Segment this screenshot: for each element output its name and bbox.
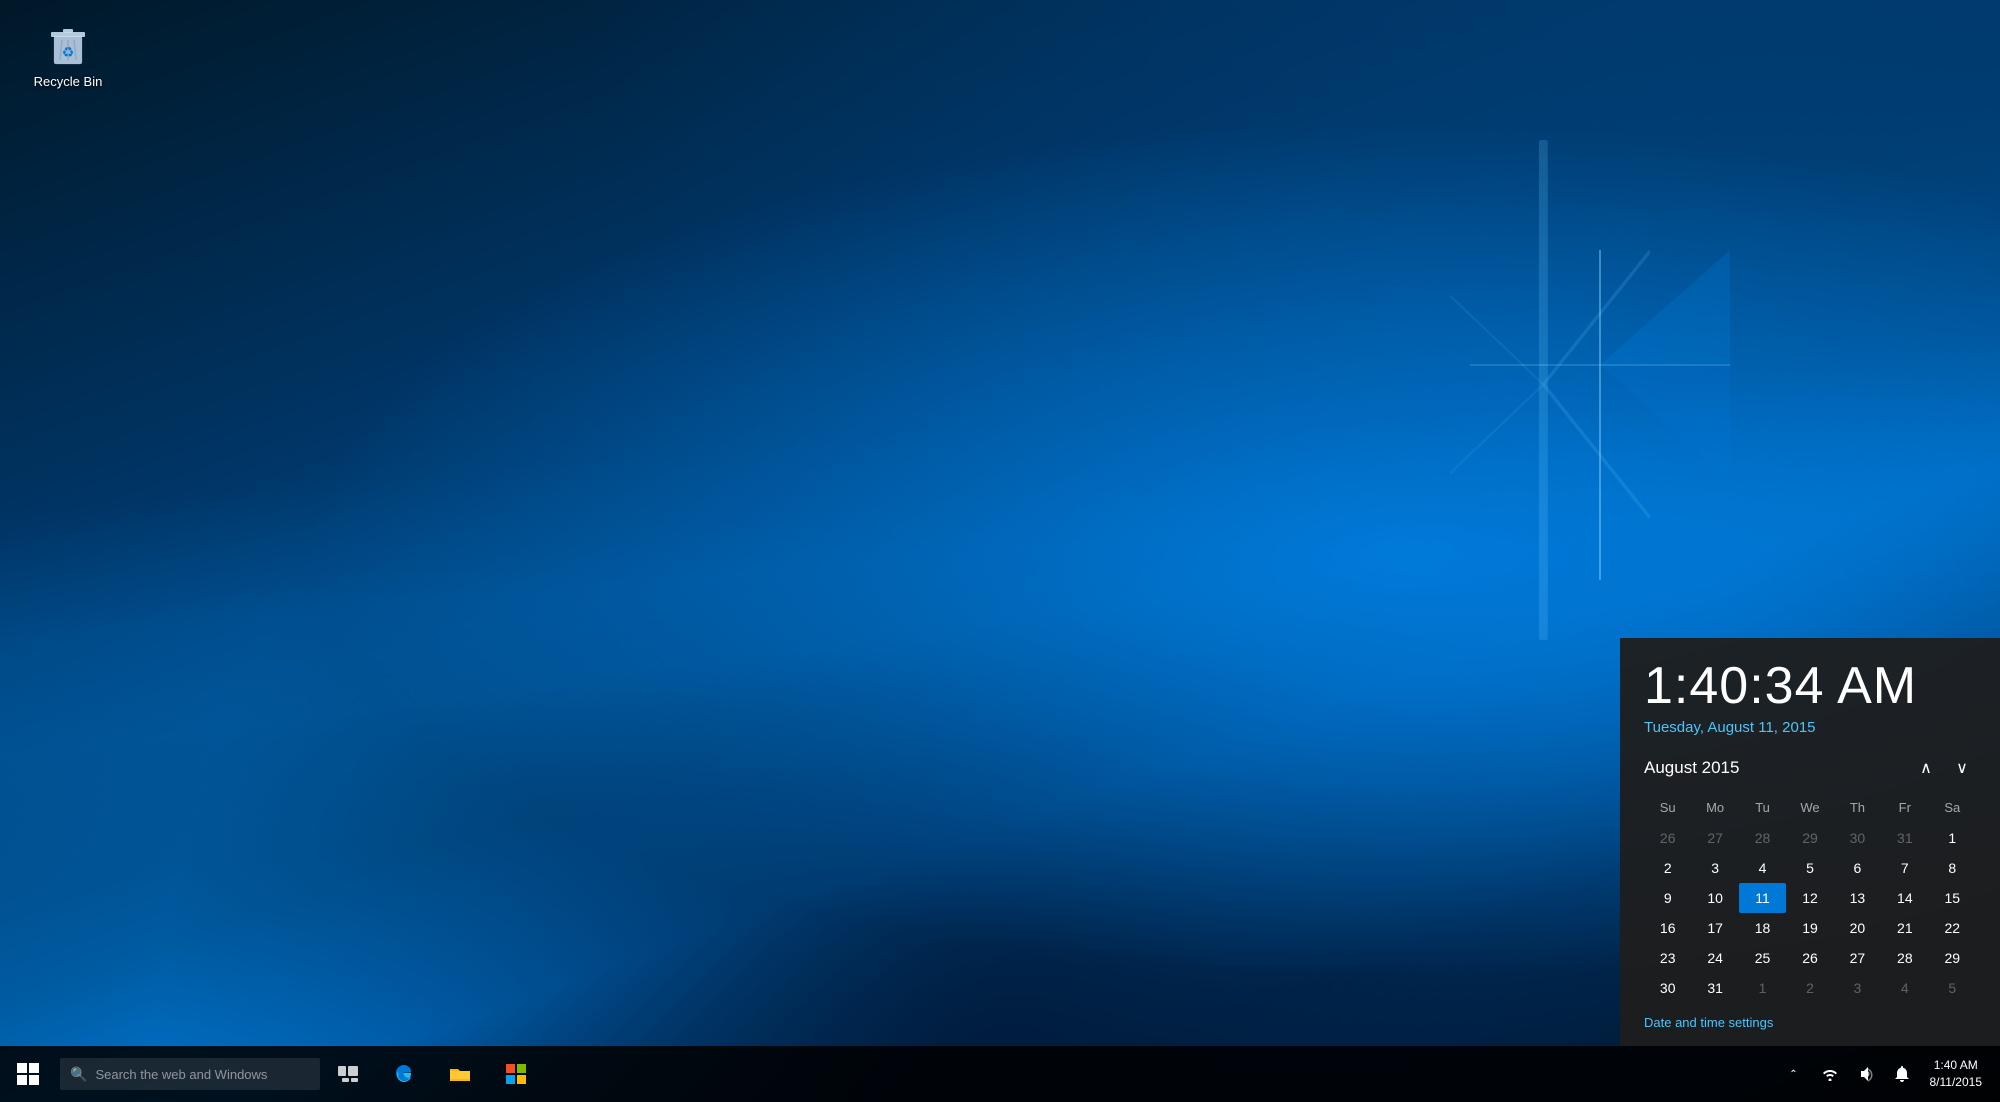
calendar-day-28-other[interactable]: 28 (1739, 823, 1786, 853)
taskbar-clock[interactable]: 1:40 AM 8/11/2015 (1920, 1046, 1993, 1102)
calendar-day-29[interactable]: 29 (1929, 943, 1976, 973)
calendar-month-year[interactable]: August 2015 (1644, 758, 1739, 778)
day-header-mo: Mo (1691, 796, 1738, 823)
calendar-day-11[interactable]: 11 (1739, 883, 1786, 913)
calendar-day-1[interactable]: 1 (1929, 823, 1976, 853)
calendar-week-5: 303112345 (1644, 973, 1976, 1003)
network-icon[interactable] (1812, 1046, 1848, 1102)
calendar-day-22[interactable]: 22 (1929, 913, 1976, 943)
popup-clock: 1:40:34 AM (1644, 658, 1976, 715)
calendar-day-31[interactable]: 31 (1691, 973, 1738, 1003)
calendar-day-19[interactable]: 19 (1786, 913, 1833, 943)
day-header-sa: Sa (1929, 796, 1976, 823)
calendar-day-17[interactable]: 17 (1691, 913, 1738, 943)
calendar-day-2[interactable]: 2 (1644, 853, 1691, 883)
calendar-day-7[interactable]: 7 (1881, 853, 1928, 883)
calendar-day-26[interactable]: 26 (1786, 943, 1833, 973)
calendar-day-30[interactable]: 30 (1644, 973, 1691, 1003)
taskbar: 🔍 Search the web and Windows (0, 1046, 2000, 1102)
calendar-day-28[interactable]: 28 (1881, 943, 1928, 973)
calendar-day-2-other[interactable]: 2 (1786, 973, 1833, 1003)
calendar-day-5-other[interactable]: 5 (1929, 973, 1976, 1003)
calendar-day-21[interactable]: 21 (1881, 913, 1928, 943)
day-header-tu: Tu (1739, 796, 1786, 823)
calendar-day-12[interactable]: 12 (1786, 883, 1833, 913)
calendar-header: August 2015 ∧ ∨ (1644, 754, 1976, 782)
search-placeholder: Search the web and Windows (95, 1067, 267, 1082)
system-tray: ⌃ 1:40 AM 8/11/ (1776, 1046, 2000, 1102)
calendar-popup: 1:40:34 AM Tuesday, August 11, 2015 Augu… (1620, 638, 2000, 1046)
calendar-day-6[interactable]: 6 (1834, 853, 1881, 883)
start-button[interactable] (0, 1046, 56, 1102)
calendar-day-headers: SuMoTuWeThFrSa (1644, 796, 1976, 823)
calendar-day-3[interactable]: 3 (1691, 853, 1738, 883)
day-header-su: Su (1644, 796, 1691, 823)
calendar-day-26-other[interactable]: 26 (1644, 823, 1691, 853)
calendar-day-31-other[interactable]: 31 (1881, 823, 1928, 853)
calendar-day-24[interactable]: 24 (1691, 943, 1738, 973)
task-view-button[interactable] (320, 1046, 376, 1102)
taskbar-search[interactable]: 🔍 Search the web and Windows (60, 1058, 320, 1090)
calendar-body: 2627282930311234567891011121314151617181… (1644, 823, 1976, 1003)
taskbar-time: 1:40 AM (1934, 1057, 1978, 1074)
recycle-bin-icon[interactable]: ♻ Recycle Bin (28, 18, 108, 91)
calendar-day-4[interactable]: 4 (1739, 853, 1786, 883)
calendar-week-1: 2345678 (1644, 853, 1976, 883)
edge-browser-button[interactable] (376, 1046, 432, 1102)
calendar-day-10[interactable]: 10 (1691, 883, 1738, 913)
recycle-bin-label: Recycle Bin (34, 74, 103, 91)
calendar-day-4-other[interactable]: 4 (1881, 973, 1928, 1003)
calendar-week-4: 23242526272829 (1644, 943, 1976, 973)
calendar-day-16[interactable]: 16 (1644, 913, 1691, 943)
file-explorer-button[interactable] (432, 1046, 488, 1102)
windows-logo-glow (1470, 150, 1730, 580)
calendar-day-27-other[interactable]: 27 (1691, 823, 1738, 853)
show-hidden-icons-button[interactable]: ⌃ (1776, 1046, 1812, 1102)
day-header-fr: Fr (1881, 796, 1928, 823)
calendar-day-14[interactable]: 14 (1881, 883, 1928, 913)
calendar-day-20[interactable]: 20 (1834, 913, 1881, 943)
calendar-day-8[interactable]: 8 (1929, 853, 1976, 883)
calendar-day-13[interactable]: 13 (1834, 883, 1881, 913)
calendar-day-3-other[interactable]: 3 (1834, 973, 1881, 1003)
calendar-week-0: 2627282930311 (1644, 823, 1976, 853)
calendar-grid: SuMoTuWeThFrSa 2627282930311234567891011… (1644, 796, 1976, 1003)
calendar-week-2: 9101112131415 (1644, 883, 1976, 913)
calendar-day-25[interactable]: 25 (1739, 943, 1786, 973)
calendar-day-23[interactable]: 23 (1644, 943, 1691, 973)
recycle-bin-image: ♻ (42, 18, 94, 70)
calendar-nav: ∧ ∨ (1912, 754, 1976, 782)
date-time-settings-link[interactable]: Date and time settings (1644, 1015, 1976, 1030)
calendar-next-btn[interactable]: ∨ (1948, 754, 1976, 782)
taskbar-date: 8/11/2015 (1930, 1074, 1983, 1091)
search-icon: 🔍 (70, 1066, 87, 1083)
calendar-day-15[interactable]: 15 (1929, 883, 1976, 913)
calendar-day-18[interactable]: 18 (1739, 913, 1786, 943)
day-header-we: We (1786, 796, 1833, 823)
calendar-day-29-other[interactable]: 29 (1786, 823, 1833, 853)
calendar-prev-btn[interactable]: ∧ (1912, 754, 1940, 782)
calendar-day-9[interactable]: 9 (1644, 883, 1691, 913)
calendar-day-1-other[interactable]: 1 (1739, 973, 1786, 1003)
notification-icon[interactable] (1884, 1046, 1920, 1102)
calendar-day-5[interactable]: 5 (1786, 853, 1833, 883)
calendar-week-3: 16171819202122 (1644, 913, 1976, 943)
popup-date: Tuesday, August 11, 2015 (1644, 719, 1976, 736)
volume-icon[interactable] (1848, 1046, 1884, 1102)
day-header-th: Th (1834, 796, 1881, 823)
calendar-day-30-other[interactable]: 30 (1834, 823, 1881, 853)
calendar-day-27[interactable]: 27 (1834, 943, 1881, 973)
store-button[interactable] (488, 1046, 544, 1102)
